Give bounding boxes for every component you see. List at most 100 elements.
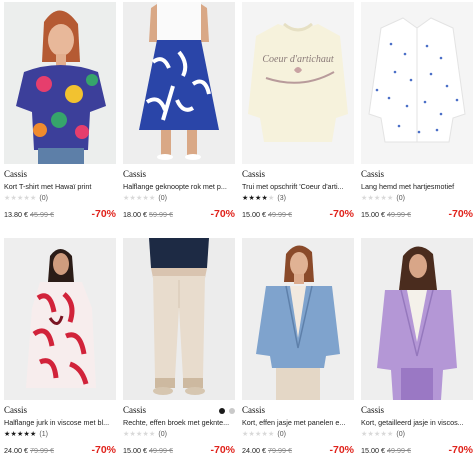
floral-dress-model-image [4, 238, 116, 400]
rating: ★★★★★ (0) [123, 429, 235, 439]
discount-badge: -70% [448, 444, 473, 456]
hawaii-shirt-model-image [4, 2, 116, 164]
brand-name: Cassis [123, 169, 147, 179]
blue-jacket-model-image [242, 238, 354, 400]
old-price: 59.99 € [148, 209, 173, 219]
product-title[interactable]: Rechte, effen broek met geknte... [123, 418, 235, 428]
product-card[interactable]: Cassis Kort, getailleerd jasje in viscos… [361, 238, 473, 456]
product-card[interactable]: Cassis Kort T-shirt met Hawaï print ★★★★… [4, 2, 116, 226]
color-swatch-grey[interactable] [229, 407, 235, 414]
star-icon: ★ [148, 431, 156, 438]
product-title[interactable]: Halflange jurk in viscose met bl... [4, 418, 116, 428]
rating-stars: ★★★★★ [4, 430, 36, 438]
rating-stars: ★★★★★ [361, 194, 393, 202]
sweater-coeur-dartichaut-image: Coeur d'artichaut [242, 2, 354, 164]
review-count: (0) [277, 430, 286, 438]
product-grid: Cassis Kort T-shirt met Hawaï print ★★★★… [4, 2, 473, 456]
discount-badge: -70% [329, 444, 354, 456]
rating-stars: ★★★★★ [123, 430, 155, 438]
brand-name: Cassis [4, 169, 28, 179]
old-price: 79.99 € [267, 445, 292, 455]
star-icon: ★ [267, 431, 275, 438]
price: 18.00 €59.99 € [123, 210, 173, 219]
product-title[interactable]: Trui met opschrift 'Coeur d'arti... [242, 182, 354, 192]
product-image[interactable] [242, 238, 354, 400]
price: 15.00 €49.99 € [361, 210, 411, 219]
star-icon: ★ [386, 195, 394, 202]
star-icon: ★ [29, 431, 37, 438]
product-title[interactable]: Halflange geknoopte rok met p... [123, 182, 235, 192]
rating: ★★★★★ (0) [4, 193, 116, 203]
color-swatch-black[interactable] [219, 407, 225, 414]
product-image[interactable] [4, 238, 116, 400]
discount-badge: -70% [329, 208, 354, 220]
price: 13.80 €45.99 € [4, 210, 54, 219]
current-price: 18.00 € [123, 209, 147, 219]
product-image[interactable] [361, 2, 473, 164]
product-card[interactable]: Cassis Halflange geknoopte rok met p... … [123, 2, 235, 226]
brand-name: Cassis [242, 169, 266, 179]
old-price: 79.99 € [29, 445, 54, 455]
discount-badge: -70% [91, 444, 116, 456]
rating: ★★★★★ (0) [242, 429, 354, 439]
star-icon: ★ [29, 195, 37, 202]
current-price: 24.00 € [4, 445, 28, 455]
discount-badge: -70% [448, 208, 473, 220]
product-card[interactable]: Cassis Halflange jurk in viscose met bl.… [4, 238, 116, 456]
review-count: (0) [158, 430, 167, 438]
review-count: (0) [396, 194, 405, 202]
product-image[interactable] [123, 238, 235, 400]
product-image[interactable] [4, 2, 116, 164]
current-price: 15.00 € [242, 209, 266, 219]
rating: ★★★★★ (1) [4, 429, 116, 439]
product-card[interactable]: Cassis Rechte, effen broek met geknte...… [123, 238, 235, 456]
old-price: 49.99 € [148, 445, 173, 455]
current-price: 15.00 € [361, 209, 385, 219]
old-price: 49.99 € [267, 209, 292, 219]
brand-name: Cassis [242, 405, 266, 415]
star-icon: ★ [148, 195, 156, 202]
rating: ★★★★★ (0) [123, 193, 235, 203]
product-card[interactable]: Cassis Kort, effen jasje met panelen e..… [242, 238, 354, 456]
price: 15.00 €49.99 € [242, 210, 292, 219]
star-icon: ★ [386, 431, 394, 438]
rating: ★★★★★ (0) [361, 193, 473, 203]
rating-stars: ★★★★★ [242, 430, 274, 438]
old-price: 45.99 € [29, 209, 54, 219]
brand-name: Cassis [4, 405, 28, 415]
product-title[interactable]: Lang hemd met hartjesmotief [361, 182, 473, 192]
discount-badge: -70% [210, 208, 235, 220]
price: 24.00 €79.99 € [242, 446, 292, 455]
current-price: 15.00 € [123, 445, 147, 455]
rating-stars: ★★★★★ [123, 194, 155, 202]
review-count: (0) [39, 194, 48, 202]
rating: ★★★★★ (3) [242, 193, 354, 203]
review-count: (3) [277, 194, 286, 202]
product-title[interactable]: Kort, effen jasje met panelen e... [242, 418, 354, 428]
review-count: (1) [39, 430, 48, 438]
sweater-print-text: Coeur d'artichaut [262, 54, 334, 65]
price: 15.00 €49.99 € [123, 446, 173, 455]
blue-print-skirt-model-image [123, 2, 235, 164]
price: 24.00 €79.99 € [4, 446, 54, 455]
review-count: (0) [396, 430, 405, 438]
rating-stars: ★★★★★ [361, 430, 393, 438]
product-image[interactable]: Coeur d'artichaut [242, 2, 354, 164]
lilac-blazer-model-image [361, 238, 473, 400]
product-title[interactable]: Kort T-shirt met Hawaï print [4, 182, 116, 192]
current-price: 15.00 € [361, 445, 385, 455]
rating-stars: ★★★★★ [242, 194, 274, 202]
color-swatches [219, 407, 235, 414]
product-image[interactable] [361, 238, 473, 400]
old-price: 49.99 € [386, 445, 411, 455]
product-card[interactable]: Coeur d'artichaut Cassis Trui met opschr… [242, 2, 354, 226]
star-icon: ★ [267, 195, 275, 202]
brand-name: Cassis [361, 405, 385, 415]
product-title[interactable]: Kort, getailleerd jasje in viscos... [361, 418, 473, 428]
price: 15.00 €49.99 € [361, 446, 411, 455]
discount-badge: -70% [91, 208, 116, 220]
review-count: (0) [158, 194, 167, 202]
rating: ★★★★★ (0) [361, 429, 473, 439]
product-card[interactable]: Cassis Lang hemd met hartjesmotief ★★★★★… [361, 2, 473, 226]
product-image[interactable] [123, 2, 235, 164]
